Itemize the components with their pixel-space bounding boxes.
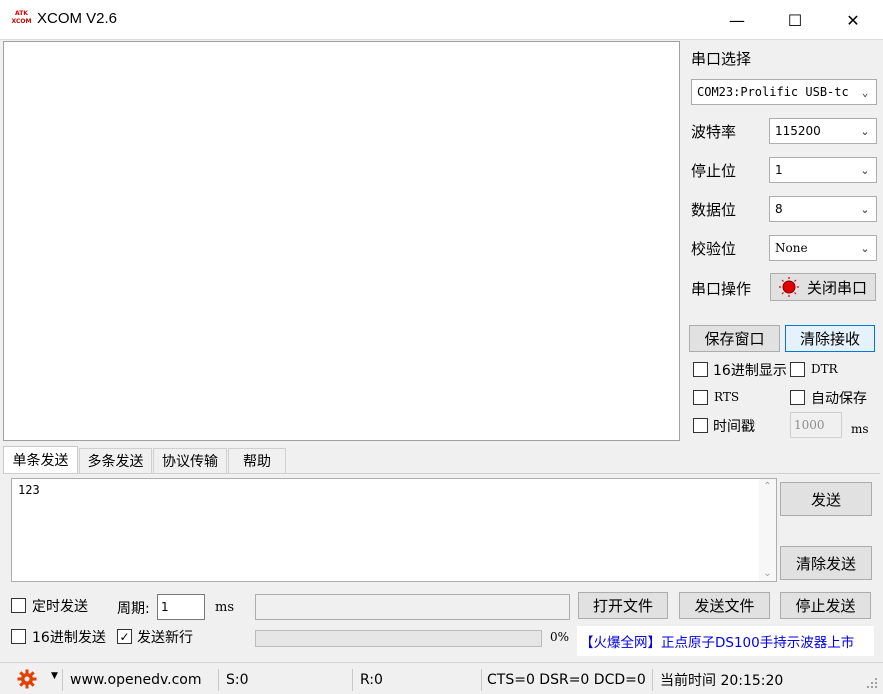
- data-bits-label: 数据位: [691, 201, 737, 219]
- line-status: CTS=0 DSR=0 DCD=0: [481, 669, 652, 691]
- hex-send-label: 16进制发送: [32, 630, 106, 646]
- app-logo-icon: ATK XCOM: [11, 10, 32, 25]
- send-scrollbar[interactable]: ⌃ ⌄: [759, 479, 776, 581]
- period-input[interactable]: 1: [157, 594, 205, 620]
- send-button[interactable]: 发送: [780, 482, 872, 516]
- close-port-label: 关闭串口: [807, 278, 868, 297]
- minimize-button[interactable]: —: [708, 0, 766, 40]
- open-file-button[interactable]: 打开文件: [578, 592, 668, 619]
- timestamp-label: 时间戳: [713, 419, 755, 435]
- timestamp-interval-input[interactable]: 1000: [790, 412, 842, 438]
- send-file-button[interactable]: 发送文件: [679, 592, 770, 619]
- chevron-down-icon: ⌄: [860, 163, 870, 177]
- chevron-down-icon: ⌄: [861, 85, 869, 99]
- send-newline-label: 发送新行: [137, 630, 193, 646]
- window-title: XCOM V2.6: [37, 10, 118, 27]
- timed-send-label: 定时发送: [32, 599, 88, 615]
- chevron-down-icon: ⌄: [860, 124, 870, 138]
- port-operate-label: 串口操作: [691, 280, 752, 298]
- caret-down-icon[interactable]: ▼: [51, 671, 58, 681]
- dtr-checkbox[interactable]: [790, 362, 805, 377]
- parity-value: None: [775, 241, 808, 255]
- baud-select[interactable]: 115200 ⌄: [769, 118, 877, 144]
- parity-select[interactable]: None ⌄: [769, 235, 877, 261]
- stop-bits-select[interactable]: 1 ⌄: [769, 157, 877, 183]
- baud-label: 波特率: [691, 123, 737, 141]
- stop-bits-label: 停止位: [691, 162, 737, 180]
- parity-label: 校验位: [691, 240, 737, 258]
- file-path-input[interactable]: [255, 594, 570, 620]
- tab-divider: [3, 473, 880, 474]
- send-newline-checkbox[interactable]: ✓: [117, 629, 132, 644]
- sent-count: S:0: [218, 669, 352, 691]
- port-select-label: 串口选择: [691, 50, 752, 68]
- auto-save-checkbox[interactable]: [790, 390, 805, 405]
- dtr-label: DTR: [811, 362, 838, 376]
- port-select-value: COM23:Prolific USB-tc: [697, 85, 849, 99]
- tab-help[interactable]: 帮助: [228, 448, 286, 473]
- tab-protocol[interactable]: 协议传输: [153, 448, 227, 473]
- settings-gear-icon[interactable]: [17, 669, 37, 693]
- timestamp-unit: ms: [851, 422, 869, 436]
- chevron-down-icon: ⌄: [860, 241, 870, 255]
- send-textarea[interactable]: 123 ⌃ ⌄: [11, 478, 777, 582]
- data-bits-value: 8: [775, 202, 783, 216]
- stop-bits-value: 1: [775, 163, 783, 177]
- send-text: 123: [18, 483, 40, 497]
- close-button[interactable]: ✕: [824, 0, 882, 40]
- timed-send-checkbox[interactable]: [11, 598, 26, 613]
- send-progress-bar: [255, 630, 542, 647]
- title-bar: ATK XCOM XCOM V2.6 — ☐ ✕: [0, 0, 883, 40]
- hex-display-checkbox[interactable]: [693, 362, 708, 377]
- status-bar: ▼ www.openedv.com S:0 R:0 CTS=0 DSR=0 DC…: [0, 662, 883, 694]
- current-time: 当前时间 20:15:20: [652, 669, 862, 691]
- period-unit: ms: [215, 600, 234, 615]
- ad-link[interactable]: 【火爆全网】正点原子DS100手持示波器上市: [577, 626, 874, 656]
- rts-label: RTS: [714, 390, 740, 404]
- chevron-down-icon: ⌄: [860, 202, 870, 216]
- scroll-up-icon[interactable]: ⌃: [759, 481, 776, 492]
- data-bits-select[interactable]: 8 ⌄: [769, 196, 877, 222]
- scroll-down-icon[interactable]: ⌄: [759, 568, 776, 579]
- period-label: 周期:: [117, 601, 150, 617]
- auto-save-label: 自动保存: [811, 391, 867, 407]
- resize-grip-icon[interactable]: [866, 677, 878, 689]
- hex-display-label: 16进制显示: [713, 363, 787, 379]
- baud-value: 115200: [775, 124, 821, 138]
- close-port-button[interactable]: 关闭串口: [770, 273, 876, 301]
- tab-multi-send[interactable]: 多条发送: [79, 448, 152, 473]
- hex-send-checkbox[interactable]: [11, 629, 26, 644]
- timestamp-checkbox[interactable]: [693, 418, 708, 433]
- save-window-button[interactable]: 保存窗口: [689, 325, 780, 352]
- receive-textarea[interactable]: [3, 41, 680, 441]
- clear-receive-button[interactable]: 清除接收: [785, 325, 875, 352]
- rts-checkbox[interactable]: [693, 390, 708, 405]
- send-progress-text: 0%: [550, 630, 570, 644]
- port-status-indicator-icon: [779, 277, 799, 297]
- maximize-button[interactable]: ☐: [766, 0, 824, 40]
- tab-single-send[interactable]: 单条发送: [3, 446, 78, 473]
- received-count: R:0: [352, 669, 483, 691]
- website-link[interactable]: www.openedv.com: [62, 669, 218, 691]
- stop-send-button[interactable]: 停止发送: [780, 592, 871, 619]
- port-select[interactable]: COM23:Prolific USB-tc ⌄: [691, 79, 877, 105]
- clear-send-button[interactable]: 清除发送: [780, 546, 872, 580]
